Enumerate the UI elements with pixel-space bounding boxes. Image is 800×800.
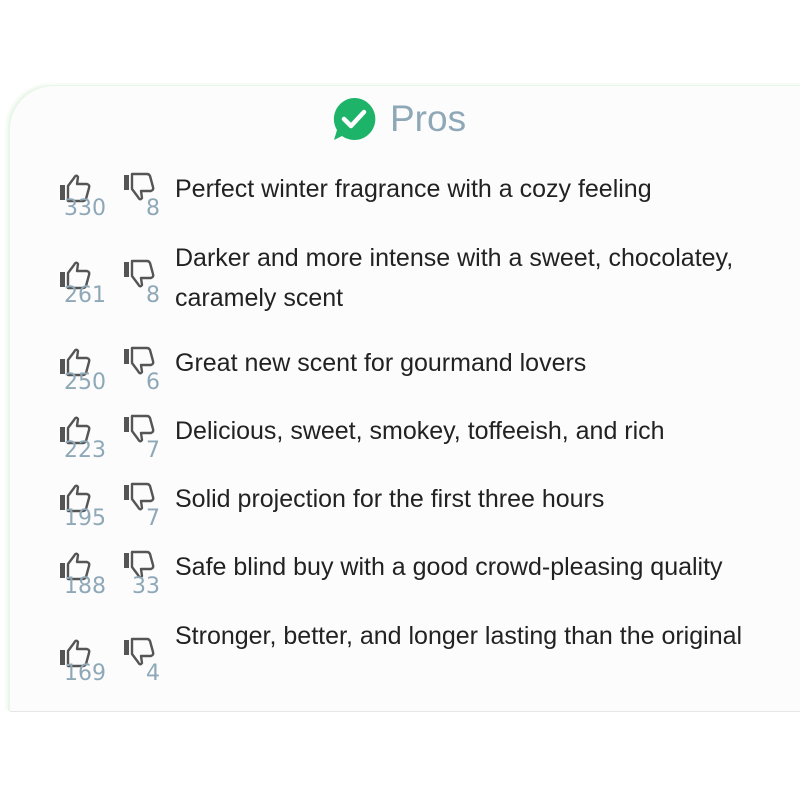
dislike-count: 7 <box>146 438 160 463</box>
pro-text: Safe blind buy with a good crowd-pleasin… <box>175 553 723 581</box>
like-count: 330 <box>64 196 106 221</box>
like-count: 169 <box>64 661 106 686</box>
like-count: 195 <box>64 506 106 531</box>
pros-header: Pros <box>0 96 800 142</box>
like-count: 223 <box>64 438 106 463</box>
check-badge-icon <box>333 97 376 140</box>
like-count: 250 <box>64 370 106 395</box>
dislike-count: 4 <box>146 661 160 686</box>
like-count: 188 <box>64 574 106 599</box>
pros-title: Pros <box>390 98 467 139</box>
like-count: 261 <box>64 283 106 308</box>
dislike-count: 6 <box>146 370 160 395</box>
dislike-count: 8 <box>146 196 160 221</box>
pro-text: Great new scent for gourmand lovers <box>175 349 587 377</box>
pro-text: Perfect winter fragrance with a cozy fee… <box>175 175 652 203</box>
dislike-count: 7 <box>146 506 160 531</box>
pro-text: Solid projection for the first three hou… <box>175 485 605 513</box>
pro-text: Delicious, sweet, smokey, toffeeish, and… <box>175 417 665 445</box>
pro-text: Stronger, better, and longer lasting tha… <box>175 622 743 650</box>
pro-text: Darker and more intense with a sweet, ch… <box>175 244 734 312</box>
dislike-count: 8 <box>146 283 160 308</box>
dislike-count: 33 <box>132 574 160 599</box>
